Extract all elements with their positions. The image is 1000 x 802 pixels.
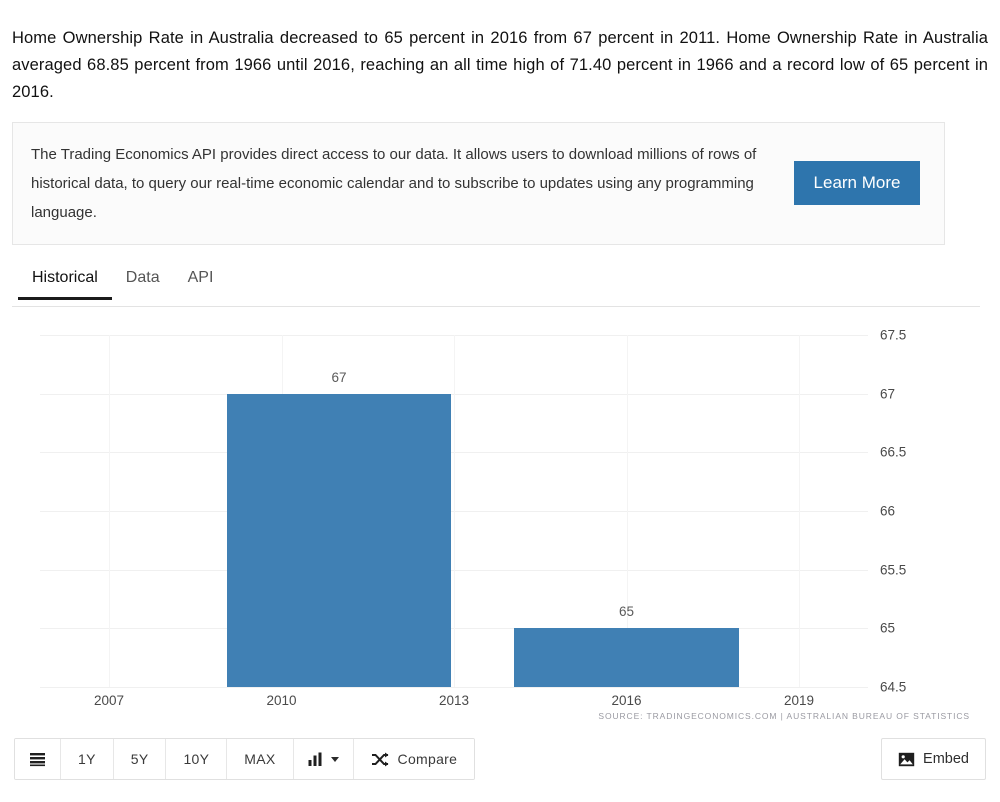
page-intro-paragraph: Home Ownership Rate in Australia decreas… [12, 28, 988, 101]
range-max-button[interactable]: MAX [227, 739, 294, 779]
chart-y-axis-tick: 66 [880, 503, 896, 519]
chart-y-axis-tick: 65 [880, 620, 896, 636]
chart-plot-area: 67.5 67 66.5 66 65.5 65 64.5 2007 2010 2013 2016 20… [40, 328, 906, 708]
chart-x-axis-tick: 2010 [266, 693, 297, 708]
tab-historical[interactable]: Historical [18, 267, 112, 300]
image-icon [898, 752, 915, 767]
compare-button[interactable]: Compare [353, 739, 475, 779]
embed-label: Embed [923, 751, 969, 767]
chart-type-dropdown[interactable] [293, 739, 354, 779]
chart-y-axis-tick: 64.5 [880, 679, 907, 695]
chart-gridline-vertical [454, 335, 455, 687]
range-10y-button[interactable]: 10Y [166, 739, 228, 779]
chart-y-axis-tick: 67 [880, 386, 896, 402]
chart-x-axis-tick: 2013 [438, 693, 470, 708]
range-1y-button[interactable]: 1Y [61, 739, 114, 779]
tab-api[interactable]: API [174, 267, 228, 299]
chart-controls-group: 1Y 5Y 10Y MAX Compare [14, 738, 476, 780]
chart-bar[interactable] [514, 628, 739, 687]
chart-x-axis-tick: 2019 [783, 693, 815, 708]
chart-y-axis-tick: 67.5 [880, 327, 907, 343]
chart-bar-value-label: 67 [331, 369, 347, 385]
chart-y-axis-tick: 65.5 [880, 562, 907, 578]
chart-y-axis-tick: 66.5 [880, 444, 907, 460]
learn-more-button[interactable]: Learn More [794, 161, 920, 205]
chart-bar-value-label: 65 [618, 604, 635, 620]
bar-chart-icon [308, 752, 324, 766]
api-promo-box: The Trading Economics API provides direc… [12, 122, 945, 245]
home-ownership-rate-chart[interactable]: 67.5 67 66.5 66 65.5 65 64.5 2007 2010 2013 2016 20… [12, 307, 980, 727]
chevron-down-icon [330, 756, 339, 762]
tab-data[interactable]: Data [112, 267, 174, 299]
chart-x-axis-tick: 2007 [93, 693, 125, 708]
chart-bar[interactable] [226, 393, 452, 687]
api-promo-text: The Trading Economics API provides direc… [31, 146, 757, 221]
compare-label: Compare [397, 751, 458, 767]
chart-gridline-horizontal [40, 687, 868, 688]
shuffle-icon [371, 752, 389, 767]
chart-toolbar: 1Y 5Y 10Y MAX Compare Embed [0, 735, 1000, 783]
chart-x-axis-tick: 2016 [611, 693, 642, 708]
chart-list-view-button[interactable] [15, 739, 61, 779]
chart-source-note: SOURCE: TRADINGECONOMICS.COM | AUSTRALIA… [598, 711, 970, 721]
chart-gridline-vertical [799, 335, 800, 687]
chart-gridline-vertical [109, 335, 110, 687]
embed-button[interactable]: Embed [881, 738, 986, 780]
range-5y-button[interactable]: 5Y [113, 739, 167, 779]
content-tabs: Historical Data API [12, 267, 980, 307]
list-icon [29, 752, 46, 767]
